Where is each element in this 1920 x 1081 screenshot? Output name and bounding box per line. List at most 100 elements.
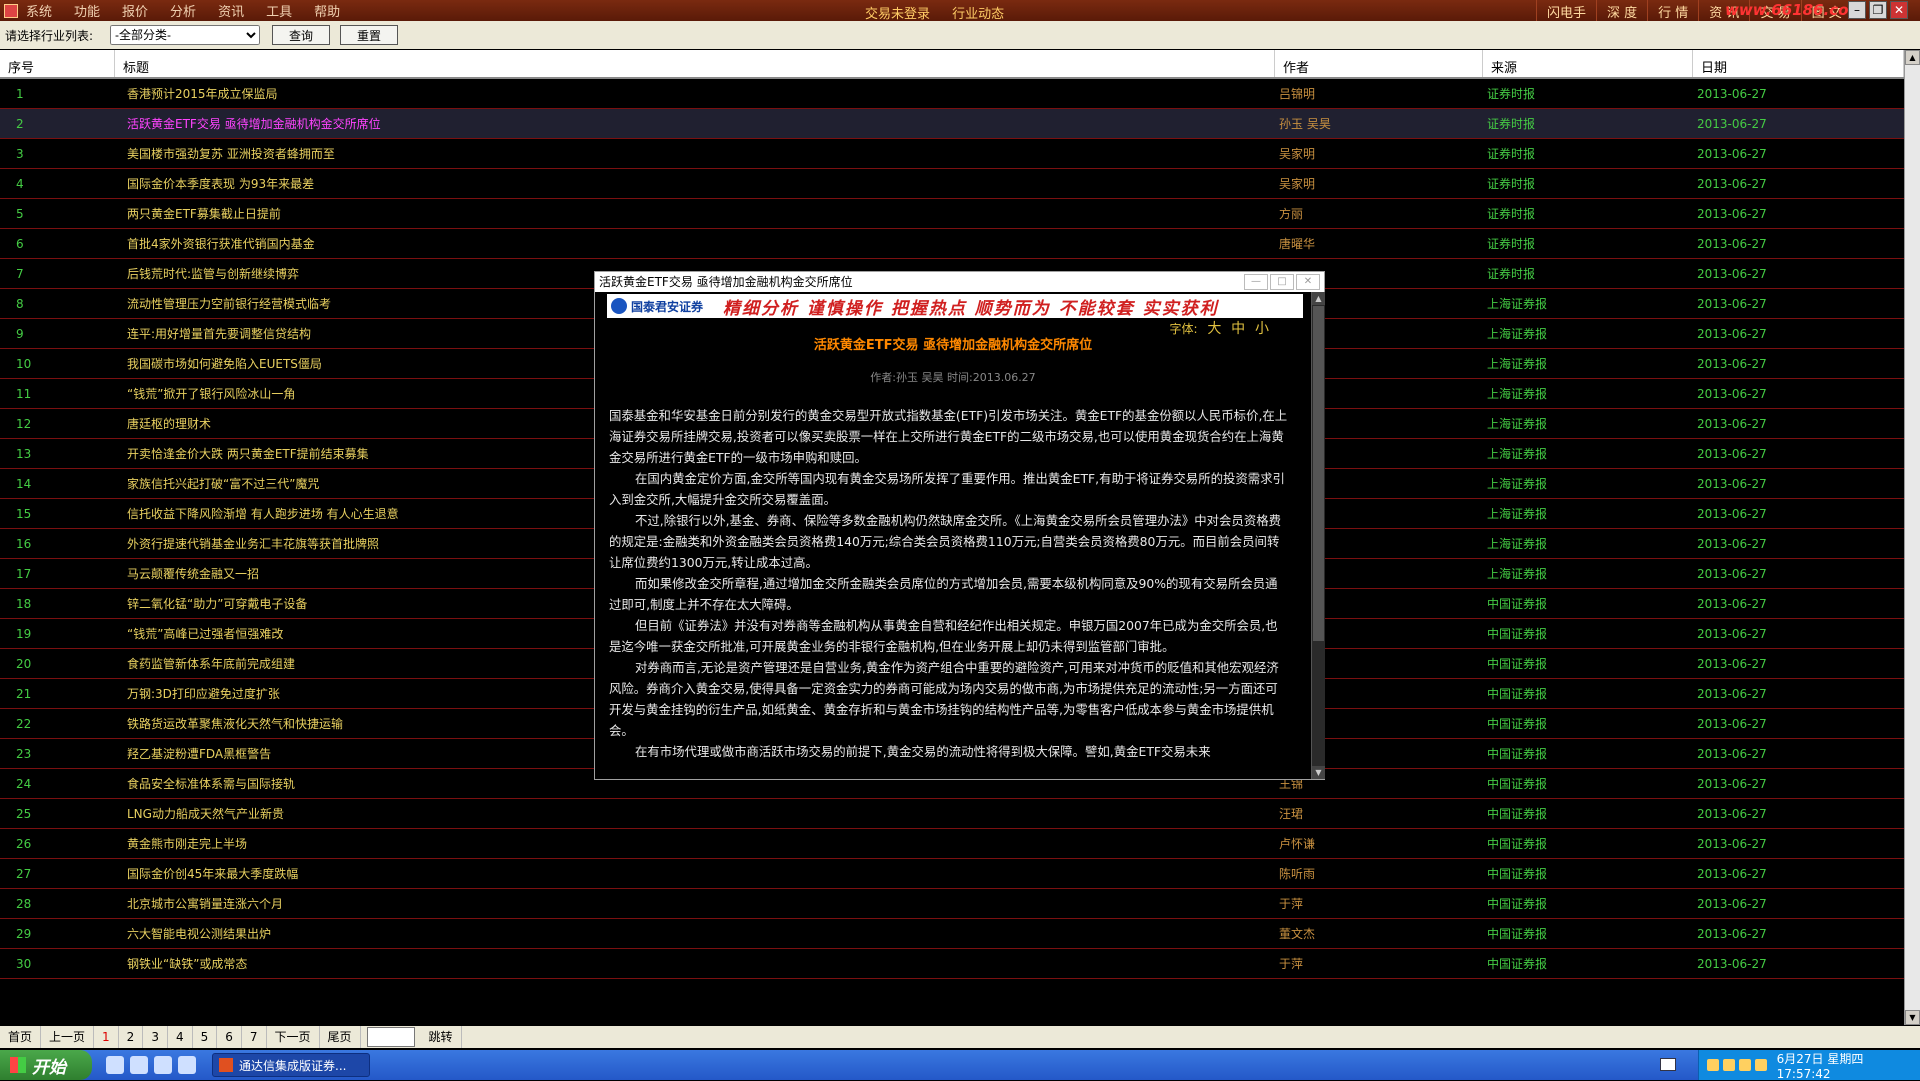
clock[interactable]: 6月27日 星期四 17:57:42 — [1777, 1050, 1920, 1081]
page-number-input[interactable] — [366, 1027, 415, 1047]
row-title[interactable]: 黄金熊市刚走完上半场 — [115, 835, 1275, 852]
row-title[interactable]: 首批4家外资银行获准代销国内基金 — [115, 235, 1275, 252]
popup-scroll-thumb[interactable] — [1313, 306, 1324, 641]
popup-scroll-up-icon[interactable]: ▲ — [1312, 292, 1325, 305]
keyboard-icon[interactable] — [1660, 1058, 1676, 1071]
font-small-button[interactable]: 小 — [1255, 321, 1269, 337]
industry-select[interactable]: -全部分类- — [110, 25, 260, 45]
desktop-icon[interactable] — [106, 1056, 124, 1074]
table-scrollbar[interactable]: ▲ ▼ — [1904, 50, 1920, 1025]
table-row[interactable]: 26 黄金熊市刚走完上半场 卢怀谦 中国证券报 2013-06-27 — [0, 829, 1904, 859]
app-icon[interactable] — [4, 3, 18, 18]
menu-item[interactable]: 帮助 — [314, 5, 340, 20]
row-number: 6 — [16, 236, 24, 251]
menu-item[interactable]: 系统 — [26, 5, 52, 20]
media-icon[interactable] — [154, 1056, 172, 1074]
row-title[interactable]: LNG动力船成天然气产业新贵 — [115, 805, 1275, 822]
table-row[interactable]: 27 国际金价创45年来最大季度跌幅 陈听雨 中国证券报 2013-06-27 — [0, 859, 1904, 889]
table-row[interactable]: 30 钢铁业“缺铁”或成常态 于萍 中国证券报 2013-06-27 — [0, 949, 1904, 979]
page-link[interactable]: 7 — [242, 1026, 267, 1048]
popup-minimize-icon[interactable]: — — [1244, 274, 1268, 290]
page-link[interactable]: 2 — [119, 1026, 144, 1048]
row-title[interactable]: 美国楼市强劲复苏 亚洲投资者蜂拥而至 — [115, 145, 1275, 162]
menu-item[interactable]: 资讯 — [218, 5, 244, 20]
row-title[interactable]: 两只黄金ETF募集截止日提前 — [115, 205, 1275, 222]
taskbar-app-button[interactable]: 通达信集成版证券... — [212, 1053, 370, 1077]
network-icon[interactable] — [1707, 1059, 1719, 1071]
page-link[interactable]: 4 — [168, 1026, 193, 1048]
start-button[interactable]: 开始 — [0, 1050, 92, 1080]
table-row[interactable]: 4 国际金价本季度表现 为93年来最差 吴家明 证券时报 2013-06-27 — [0, 169, 1904, 199]
page-link[interactable]: 3 — [143, 1026, 168, 1048]
row-source: 上海证券报 — [1487, 537, 1548, 551]
col-header-title[interactable]: 标题 — [115, 50, 1275, 77]
row-title[interactable]: 香港预计2015年成立保监局 — [115, 85, 1275, 102]
quick-switch-button[interactable]: 闪电手 — [1536, 0, 1596, 21]
col-header-author[interactable]: 作者 — [1275, 50, 1483, 77]
tray-app-icon[interactable] — [1754, 1059, 1767, 1071]
popup-titlebar[interactable]: 活跃黄金ETF交易 亟待增加金融机构金交所席位 — □ ✕ — [595, 272, 1324, 292]
next-page-button[interactable]: 下一页 — [267, 1026, 320, 1048]
jump-button[interactable]: 跳转 — [421, 1026, 462, 1048]
table-row[interactable]: 5 两只黄金ETF募集截止日提前 方丽 证券时报 2013-06-27 — [0, 199, 1904, 229]
reset-button[interactable]: 重置 — [340, 25, 398, 45]
row-author: 唐曜华 — [1279, 237, 1316, 251]
close-icon[interactable]: ✕ — [1890, 1, 1908, 19]
row-title[interactable]: 国际金价创45年来最大季度跌幅 — [115, 865, 1275, 882]
restore-icon[interactable]: ❐ — [1869, 1, 1887, 19]
menu-item[interactable]: 报价 — [122, 5, 148, 20]
quick-switch-button[interactable]: 行 情 — [1647, 0, 1698, 21]
table-row[interactable]: 25 LNG动力船成天然气产业新贵 汪珺 中国证券报 2013-06-27 — [0, 799, 1904, 829]
scroll-down-icon[interactable]: ▼ — [1905, 1010, 1920, 1025]
row-title[interactable]: 国际金价本季度表现 为93年来最差 — [115, 175, 1275, 192]
row-author: 吴家明 — [1279, 147, 1316, 161]
table-row[interactable]: 2 活跃黄金ETF交易 亟待增加金融机构金交所席位 孙玉 吴昊 证券时报 2013-06… — [0, 109, 1904, 139]
trade-login-status[interactable]: 交易未登录 — [865, 7, 930, 22]
font-medium-button[interactable]: 中 — [1231, 321, 1245, 337]
query-button[interactable]: 查询 — [272, 25, 330, 45]
row-title[interactable]: 钢铁业“缺铁”或成常态 — [115, 955, 1275, 972]
row-title[interactable]: 北京城市公寓销量连涨六个月 — [115, 895, 1275, 912]
ie-icon[interactable] — [130, 1056, 148, 1074]
col-header-no[interactable]: 序号 — [0, 50, 115, 77]
table-row[interactable]: 28 北京城市公寓销量连涨六个月 于萍 中国证券报 2013-06-27 — [0, 889, 1904, 919]
table-row[interactable]: 1 香港预计2015年成立保监局 吕锦明 证券时报 2013-06-27 — [0, 79, 1904, 109]
table-row[interactable]: 6 首批4家外资银行获准代销国内基金 唐曜华 证券时报 2013-06-27 — [0, 229, 1904, 259]
prev-page-button[interactable]: 上一页 — [41, 1026, 95, 1048]
row-date: 2013-06-27 — [1697, 356, 1767, 371]
row-date: 2013-06-27 — [1697, 416, 1767, 431]
row-number: 11 — [16, 386, 32, 401]
row-source: 中国证券报 — [1487, 747, 1548, 761]
page-link[interactable]: 1 — [94, 1026, 119, 1048]
quick-switch-button[interactable]: 深 度 — [1596, 0, 1647, 21]
last-page-button[interactable]: 尾页 — [320, 1026, 361, 1048]
page-link[interactable]: 6 — [217, 1026, 242, 1048]
popup-maximize-icon[interactable]: □ — [1270, 274, 1294, 290]
menu-item[interactable]: 分析 — [170, 5, 196, 20]
popup-close-icon[interactable]: ✕ — [1296, 274, 1320, 290]
volume-icon[interactable] — [1722, 1059, 1735, 1071]
table-row[interactable]: 29 六大智能电视公测结果出炉 董文杰 中国证券报 2013-06-27 — [0, 919, 1904, 949]
popup-scroll-down-icon[interactable]: ▼ — [1312, 766, 1325, 779]
row-title[interactable]: 活跃黄金ETF交易 亟待增加金融机构金交所席位 — [115, 115, 1275, 132]
col-header-date[interactable]: 日期 — [1693, 50, 1904, 77]
security-icon[interactable] — [1738, 1059, 1751, 1071]
menu-item[interactable]: 功能 — [74, 5, 100, 20]
menu-item[interactable]: 工具 — [266, 5, 292, 20]
popup-title: 活跃黄金ETF交易 亟待增加金融机构金交所席位 — [599, 275, 853, 289]
minimize-icon[interactable]: – — [1848, 1, 1866, 19]
industry-news-link[interactable]: 行业动态 — [952, 7, 1004, 22]
row-date: 2013-06-27 — [1697, 146, 1767, 161]
table-row[interactable]: 3 美国楼市强劲复苏 亚洲投资者蜂拥而至 吴家明 证券时报 2013-06-27 — [0, 139, 1904, 169]
broker-logo-icon — [611, 298, 627, 314]
row-title[interactable]: 六大智能电视公测结果出炉 — [115, 925, 1275, 942]
browser-icon[interactable] — [178, 1056, 196, 1074]
page-link[interactable]: 5 — [193, 1026, 218, 1048]
col-header-source[interactable]: 来源 — [1483, 50, 1693, 77]
row-date: 2013-06-27 — [1697, 956, 1767, 971]
scroll-up-icon[interactable]: ▲ — [1905, 50, 1920, 65]
first-page-button[interactable]: 首页 — [0, 1026, 42, 1048]
popup-scrollbar[interactable]: ▲ ▼ — [1311, 292, 1325, 779]
font-large-button[interactable]: 大 — [1207, 321, 1221, 337]
article-paragraph: 而如果修改金交所章程,通过增加金交所金融类会员席位的方式增加会员,需要本级机构同… — [609, 576, 1278, 612]
